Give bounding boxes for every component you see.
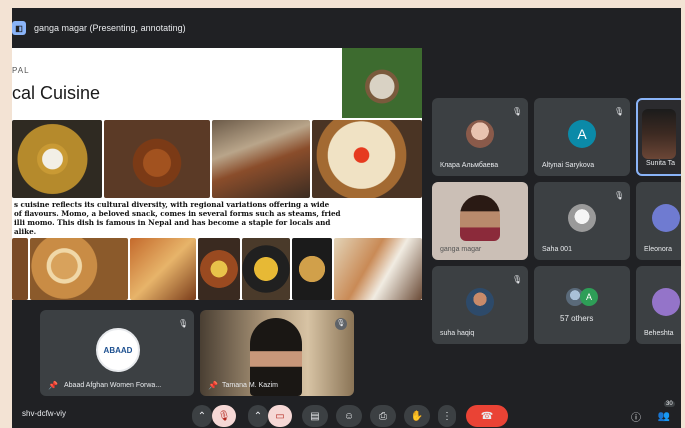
pin-icon: 📌 (208, 381, 218, 390)
others-avatar-stack: A (566, 288, 600, 306)
participant-tile[interactable]: 🎙 A Altynai Sarykova (534, 98, 630, 176)
captions-button[interactable]: ▤ (302, 405, 328, 427)
participant-tile[interactable]: 🎙 suha haqiq (432, 266, 528, 344)
slide-header: PAL cal Cuisine (12, 48, 342, 118)
slide-text-line: s cuisine reflects its cultural diversit… (14, 200, 330, 209)
food-photo-thali (12, 120, 102, 198)
bottom-bar: shv-dcfw-viy ⌃ 🎙 ⌃ ▭ ▤ ☺ ⎙ ✋ ⋮ ☎ ⓘ 👥 30 (12, 401, 681, 428)
people-button[interactable]: 👥 (652, 405, 676, 427)
top-bar: ◧ ganga magar (Presenting, annotating) (12, 8, 681, 48)
participant-name: Tamana M. Kazim (222, 382, 279, 389)
avatar: A (568, 119, 596, 148)
food-photo-bottom-5 (242, 238, 290, 300)
participant-name: Sunita Ta (646, 160, 676, 167)
video-feed (641, 109, 676, 160)
info-button[interactable]: ⓘ (626, 405, 646, 427)
mic-off-icon: 🎙 (335, 318, 347, 330)
presenter-label: ganga magar (Presenting, annotating) (34, 23, 186, 33)
slide-text-line: of flavours. Momo, a beloved snack, come… (14, 209, 341, 218)
food-photo-selroti (104, 120, 210, 198)
participant-name: Beheshta (644, 330, 674, 337)
participant-name: Клара Альмбаева (440, 162, 499, 169)
food-photo-bottom-1 (12, 238, 28, 300)
people-count-badge: 30 (664, 401, 675, 407)
mic-off-icon: 🎙 (512, 107, 523, 116)
participant-tile[interactable]: 🎙 Клара Альмбаева (432, 98, 528, 176)
more-options-button[interactable]: ⋮ (438, 405, 456, 427)
food-photo-bottom-4 (198, 238, 240, 300)
avatar: A (580, 288, 598, 306)
mic-off-icon: 🎙 (512, 275, 523, 284)
presentation-slide[interactable]: PAL cal Cuisine s cuisine reflects its c… (12, 48, 422, 300)
slide-text-line: illi momo. This dish is famous in Nepal … (14, 218, 331, 227)
participant-name: Abaad Afghan Women Forwa... (64, 382, 162, 389)
avatar (466, 119, 494, 148)
food-photo-momo (312, 120, 422, 198)
food-photo-bottom-6 (292, 238, 332, 300)
participant-tile[interactable]: Eleonora (636, 182, 681, 260)
food-photo-bottom-7 (334, 238, 422, 300)
participant-tile[interactable]: ganga magar (432, 182, 528, 260)
video-feed (460, 194, 500, 241)
mic-off-button[interactable]: 🎙 (212, 405, 236, 427)
others-tile[interactable]: A 57 others (534, 266, 630, 344)
participant-name: Saha 001 (542, 246, 572, 253)
meeting-code: shv-dcfw-viy (22, 409, 67, 418)
avatar (466, 287, 494, 316)
avatar (652, 287, 680, 316)
slide-text-line: alike. (14, 227, 37, 236)
pin-icon: 📌 (48, 381, 58, 390)
participant-name: Eleonora (644, 246, 673, 253)
participant-name: Altynai Sarykova (542, 162, 595, 169)
avatar (568, 203, 596, 232)
food-photo-fish (212, 120, 310, 198)
participant-tile[interactable]: Beheshta (636, 266, 681, 344)
food-photo-selroti-2 (30, 238, 128, 300)
slide-pretitle: PAL (12, 66, 30, 75)
participant-tile[interactable]: 🎙 📌 Tamana M. Kazim (200, 310, 354, 396)
mic-off-icon: 🎙 (614, 107, 625, 116)
participant-name: ganga magar (440, 246, 482, 253)
mic-off-icon: 🎙 (614, 191, 625, 200)
present-button[interactable]: ⎙ (370, 405, 396, 427)
reactions-button[interactable]: ☺ (336, 405, 362, 427)
mic-options-button[interactable]: ⌃ (192, 405, 212, 427)
participant-tile[interactable]: Sunita Ta (636, 98, 681, 176)
raise-hand-button[interactable]: ✋ (404, 405, 430, 427)
participant-tile[interactable]: 🎙 Saha 001 (534, 182, 630, 260)
abaad-logo: ABAAD (96, 328, 140, 372)
participant-name: suha haqiq (440, 330, 475, 337)
presenting-icon: ◧ (12, 21, 26, 35)
logo-text: ABAAD (103, 345, 133, 355)
camera-options-button[interactable]: ⌃ (248, 405, 268, 427)
camera-off-button[interactable]: ▭ (268, 405, 292, 427)
participant-tile[interactable]: 🎙 ABAAD 📌 Abaad Afghan Women Forwa... (40, 310, 194, 396)
avatar (652, 203, 680, 232)
food-photo-bottom-3 (130, 238, 196, 300)
others-count: 57 others (560, 314, 594, 323)
mic-off-icon: 🎙 (178, 319, 189, 328)
meet-window: ◧ ganga magar (Presenting, annotating) P… (12, 8, 681, 428)
leave-call-button[interactable]: ☎ (466, 405, 508, 427)
food-photo-top (342, 48, 422, 118)
slide-description: s cuisine reflects its cultural diversit… (12, 198, 422, 236)
slide-title: cal Cuisine (12, 83, 101, 103)
